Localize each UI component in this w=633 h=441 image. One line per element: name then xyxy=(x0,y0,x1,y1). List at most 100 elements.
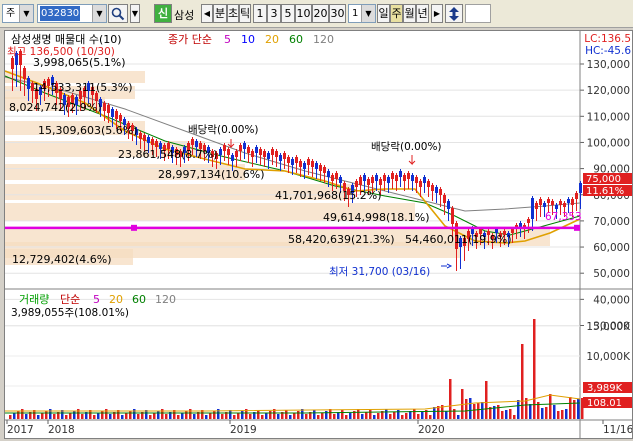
x-tick-label: 2020 xyxy=(418,424,445,436)
volume-title: 거래량 xyxy=(19,293,49,306)
volume-profile-label: 12,729,402(4.6%) xyxy=(12,253,112,266)
volume-bar xyxy=(457,415,460,419)
toolbar: 주 ▼ 032830 ▼ ▼ 신 삼성 ◀ 분 초 틱 1 3 5 10 20 … xyxy=(0,0,633,28)
volume-bar xyxy=(533,319,536,419)
volume-bar xyxy=(69,413,72,419)
volume-bar xyxy=(481,402,484,419)
interval-select[interactable]: 1 ▼ xyxy=(348,4,376,23)
volume-bar xyxy=(473,404,476,419)
chart-type-select[interactable]: 주 ▼ xyxy=(2,4,34,23)
volume-bar xyxy=(329,409,332,419)
horizontal-line-handle xyxy=(574,224,580,231)
candle-body xyxy=(227,149,230,155)
candle-body xyxy=(451,208,454,224)
interval-1[interactable]: 1 xyxy=(253,4,267,23)
tab-day[interactable]: 일 xyxy=(377,4,390,23)
price-tick-label: 50,000 xyxy=(593,268,630,280)
stock-code-field[interactable]: 032830 ▼ xyxy=(37,4,107,23)
tab-minute[interactable]: 분 xyxy=(213,4,227,23)
price-tick-label: 110,000 xyxy=(587,111,630,123)
volume-profile-label: 58,420,639(21.3%) xyxy=(288,233,395,246)
interval-30[interactable]: 30 xyxy=(329,4,346,23)
interval-3[interactable]: 3 xyxy=(267,4,281,23)
up-down-arrow-icon xyxy=(449,7,459,21)
interval-5[interactable]: 5 xyxy=(281,4,295,23)
low-arrow-icon xyxy=(441,263,453,269)
candle-body xyxy=(543,203,546,207)
candle-body xyxy=(143,135,146,141)
candle-body xyxy=(315,163,318,169)
candle-body xyxy=(155,141,158,147)
x-tick-label: 11/16 xyxy=(603,424,632,436)
volume-bar xyxy=(97,413,100,419)
next-button[interactable]: ▶ xyxy=(431,4,443,23)
ma-label: 종가 단순 xyxy=(168,33,212,46)
chart-area: 130,000120,000110,000100,00090,00080,000… xyxy=(4,30,633,439)
candle-body xyxy=(435,187,438,193)
candle-body xyxy=(23,68,26,79)
volume-ma-period: 5 xyxy=(93,293,100,306)
volume-bar xyxy=(529,404,532,419)
candle-body xyxy=(147,137,150,143)
magnifier-icon xyxy=(111,7,125,21)
volume-profile-label: 54,460,011(19.9%) xyxy=(405,233,512,246)
updown-button[interactable] xyxy=(445,4,463,23)
tab-year[interactable]: 년 xyxy=(416,4,429,23)
stock-code-value: 032830 xyxy=(40,6,81,21)
volume-bar xyxy=(385,409,388,419)
ma-period-label: 20 xyxy=(265,33,279,46)
chevron-down-icon: ▼ xyxy=(19,5,33,22)
candle-body xyxy=(411,175,414,181)
volume-bar xyxy=(377,413,380,419)
candle-body xyxy=(319,165,322,171)
volume-bar xyxy=(125,413,128,419)
candle-body xyxy=(535,203,538,209)
horizontal-line-value: 67,353 xyxy=(545,211,582,223)
candle-body xyxy=(295,157,298,163)
volume-bar xyxy=(193,414,196,419)
volume-bar xyxy=(13,413,16,419)
volume-tick-label: 10,000K xyxy=(586,351,631,363)
volume-bar xyxy=(65,415,68,419)
interval-value: 1 xyxy=(352,8,359,19)
blank-field[interactable] xyxy=(465,4,491,23)
interval-10[interactable]: 10 xyxy=(295,4,312,23)
current-pct-tag: 11.61% xyxy=(586,186,624,197)
search-button[interactable] xyxy=(108,4,128,23)
volume-bar xyxy=(517,400,520,419)
candle-body xyxy=(383,175,386,181)
tab-second[interactable]: 초 xyxy=(227,4,239,23)
volume-bar xyxy=(545,407,548,419)
volume-bar xyxy=(569,397,572,419)
search-dropdown-button[interactable]: ▼ xyxy=(130,4,140,23)
candle-body xyxy=(375,175,378,181)
tab-week[interactable]: 주 xyxy=(390,4,403,23)
volume-bar xyxy=(205,415,208,419)
volume-bar xyxy=(101,411,104,419)
volume-bar xyxy=(265,413,268,419)
interval-20[interactable]: 20 xyxy=(312,4,329,23)
volume-bar xyxy=(393,412,396,419)
x-tick-label: 2017 xyxy=(7,424,34,436)
volume-bar xyxy=(325,411,328,419)
volume-bar xyxy=(505,410,508,419)
volume-bar xyxy=(237,413,240,419)
tab-month[interactable]: 월 xyxy=(403,4,416,23)
volume-bar xyxy=(305,414,308,419)
tab-tick[interactable]: 틱 xyxy=(239,4,251,23)
volume-bar xyxy=(157,411,160,419)
chart-title: 삼성생명 매물대 수(10) xyxy=(11,33,122,46)
price-tick-label: 60,000 xyxy=(593,242,630,254)
candle-body xyxy=(303,163,306,169)
volume-bar xyxy=(37,415,40,419)
volume-bar xyxy=(285,410,288,419)
chevron-down-icon: ▼ xyxy=(92,5,106,22)
volume-bar xyxy=(409,411,412,419)
volume-bar xyxy=(229,410,232,419)
volume-profile-label: 8,024,742(2.9%) xyxy=(9,101,102,114)
candle-body xyxy=(331,175,334,181)
prev-button[interactable]: ◀ xyxy=(201,4,213,23)
volume-bar xyxy=(361,414,364,419)
candle-body xyxy=(355,181,358,187)
volume-bar xyxy=(17,411,20,419)
